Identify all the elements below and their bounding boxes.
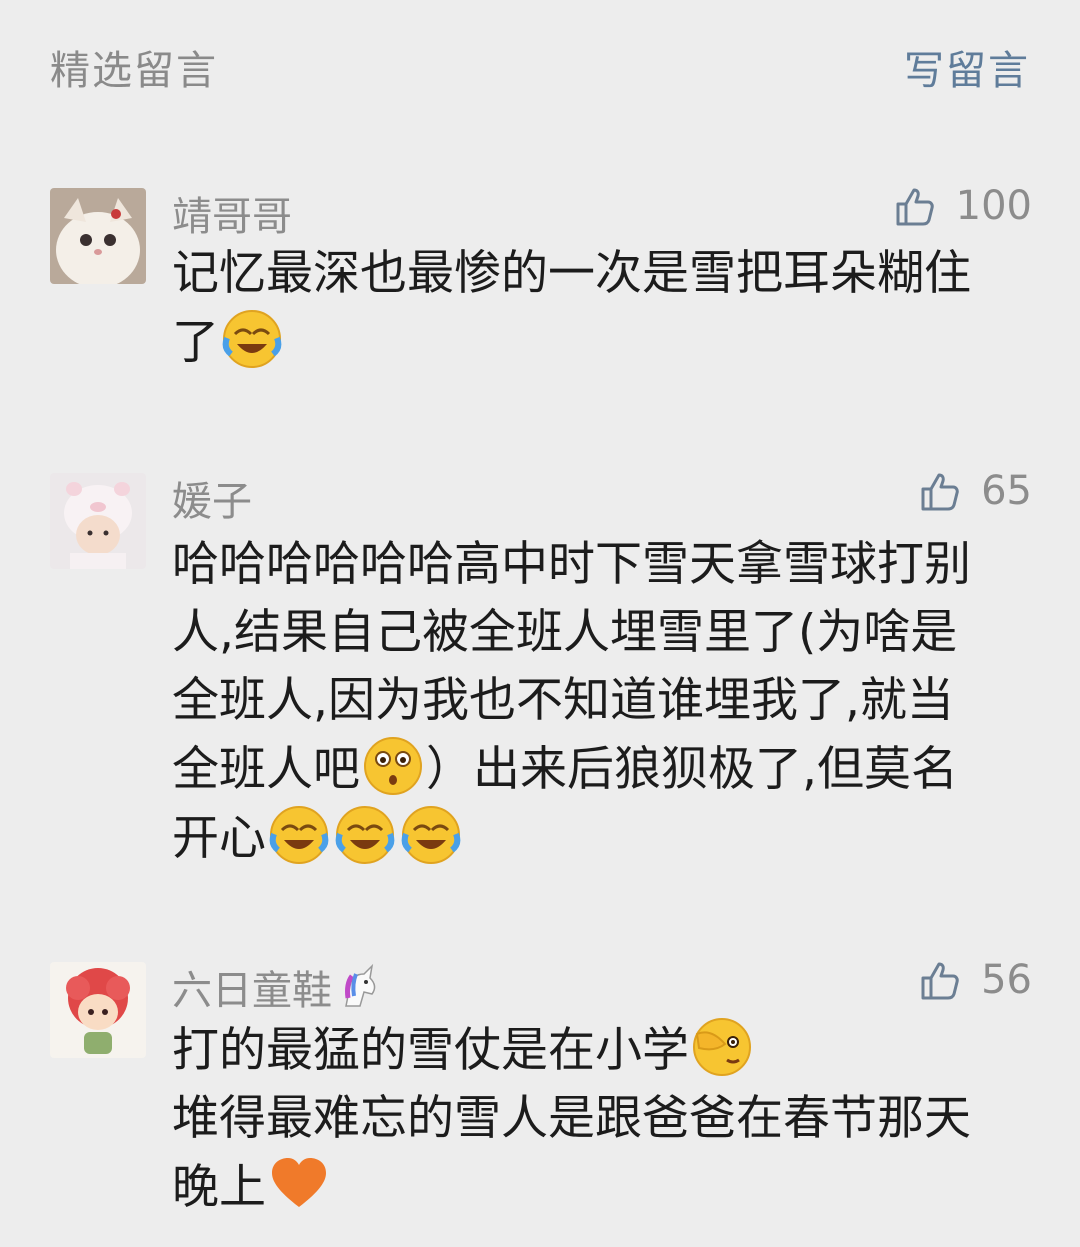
orange-heart-icon [268,1153,330,1215]
like-button[interactable]: 65 [917,467,1032,515]
section-title: 精选留言 [50,48,218,94]
red-hair-cartoon-avatar[interactable] [50,962,146,1058]
thumbs-up-icon [917,956,965,1004]
unicorn-icon [332,962,382,1012]
baby-pig-hat-avatar[interactable] [50,473,146,569]
comments-header: 精选留言 写留言 [0,0,1080,130]
laughing-crying-emoji [268,804,330,866]
comment-nickname: 六日童鞋 [172,958,382,1016]
thumbs-up-icon [892,182,940,230]
thumbs-up-icon [917,467,965,515]
comment-text: 记忆最深也最惨的一次是雪把耳朵糊住 了 [172,246,971,370]
like-button[interactable]: 100 [892,182,1032,230]
comment-text: 哈哈哈哈哈哈高中时下雪天拿雪球打别 人,结果自己被全班人埋雪里了(为啥是 全班人… [172,537,971,866]
facepalm-emoji [691,1016,753,1078]
like-count: 65 [981,468,1032,514]
surprised-emoji [362,735,424,797]
comment-nickname: 媛子 [172,479,252,525]
like-count: 100 [955,183,1032,229]
like-button[interactable]: 56 [917,956,1032,1004]
laughing-crying-emoji [334,804,396,866]
write-comment-button[interactable]: 写留言 [904,38,1030,96]
like-count: 56 [981,957,1032,1003]
laughing-crying-emoji [400,804,462,866]
laughing-crying-emoji [221,308,283,370]
comment-text: 打的最猛的雪仗是在小学 堆得最难忘的雪人是跟爸爸在春节那天 晚上 [172,1016,1052,1222]
comment-nickname: 靖哥哥 [172,194,292,240]
white-cat-avatar[interactable] [50,188,146,284]
